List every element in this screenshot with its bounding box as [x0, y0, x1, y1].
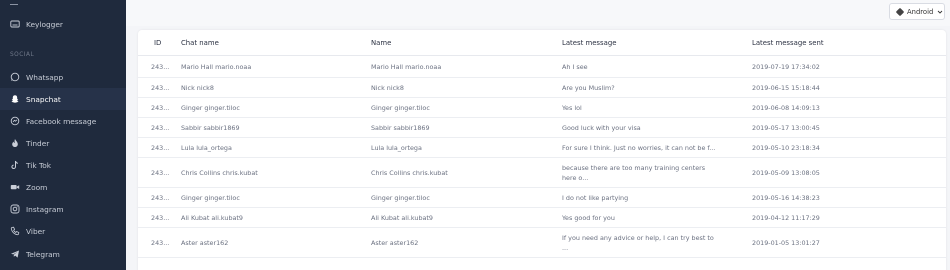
cell-latest-message-sent: 2019-07-19 17:34:02 — [752, 63, 820, 71]
instagram-icon — [10, 204, 20, 214]
column-header-latest-message-sent[interactable]: Latest message sent — [752, 39, 824, 47]
cell-chat-name: Ali Kubat ali.kubat9 — [181, 214, 243, 222]
flame-icon — [10, 138, 20, 148]
chat-table: ID Chat name Name Latest message Latest … — [138, 30, 946, 270]
table-row[interactable]: 243... Aster aster162 Aster aster162 If … — [138, 228, 946, 258]
cell-chat-name: Aster aster162 — [181, 239, 229, 247]
cell-id: 243... — [151, 169, 170, 177]
sidebar-item-label: Snapchat — [26, 94, 61, 104]
cell-latest-message: Yes lol — [562, 104, 582, 112]
column-header-latest-message[interactable]: Latest message — [562, 39, 616, 47]
cell-chat-name: Ginger ginger.tiloc — [181, 194, 240, 202]
platform-select[interactable]: Android — [889, 3, 945, 20]
cell-latest-message: For sure I think. Just no worries, it ca… — [562, 144, 716, 152]
table-row[interactable]: 243... Chris Collins chris.kubat Chris C… — [138, 158, 946, 188]
cell-name: Lula lula_ortega — [371, 144, 422, 152]
cell-name: Ali Kubat ali.kubat9 — [371, 214, 433, 222]
cell-latest-message-sent: 2019-04-12 11:17:29 — [752, 214, 820, 222]
cell-id: 243... — [151, 214, 170, 222]
sidebar-item-instagram[interactable]: Instagram — [0, 198, 126, 220]
cell-id: 243... — [151, 124, 170, 132]
cell-id: 243... — [151, 63, 170, 71]
tiktok-icon — [10, 160, 20, 170]
sidebar-item-label: Zoom — [26, 182, 48, 192]
sidebar-item-zoom[interactable]: Zoom — [0, 176, 126, 198]
whatsapp-icon — [10, 72, 20, 82]
cell-name: Aster aster162 — [371, 239, 419, 247]
phone-icon — [10, 226, 20, 236]
sidebar-item-whatsapp[interactable]: Whatsapp — [0, 66, 126, 88]
cell-latest-message: Yes good for you — [562, 214, 615, 222]
sidebar-item-label: Viber — [26, 226, 46, 236]
sidebar-item-label: Telegram — [26, 249, 60, 259]
send-icon — [10, 249, 20, 259]
cell-id: 243... — [151, 84, 170, 92]
cell-latest-message: Ah I see — [562, 63, 588, 71]
sidebar-item-telegram[interactable]: Telegram — [0, 243, 126, 265]
sidebar-item-tinder[interactable]: Tinder — [0, 132, 126, 154]
table-row[interactable]: 243... Mario Hall mario.noaa Mario Hall … — [138, 56, 946, 78]
snapchat-icon — [10, 94, 20, 104]
sidebar-section-label: SOCIAL — [10, 52, 35, 58]
sidebar-top-divider — [10, 4, 18, 5]
cell-name: Chris Collins chris.kubat — [371, 169, 448, 177]
cell-latest-message-sent: 2019-05-17 13:00:45 — [752, 124, 820, 132]
cell-latest-message-sent: 2019-05-09 13:08:05 — [752, 169, 820, 177]
cell-chat-name: Lula lula_ortega — [181, 144, 232, 152]
cell-id: 243... — [151, 104, 170, 112]
sidebar-item-label: Facebook message — [26, 116, 97, 126]
table-row[interactable]: 243... Nick nick8 Nick nick8 Are you Mus… — [138, 78, 946, 98]
platform-select-value: Android — [907, 7, 934, 16]
cell-latest-message: I do not like partying — [562, 194, 629, 202]
top-bar: Android — [126, 0, 950, 26]
cell-name: Ginger ginger.tiloc — [371, 104, 430, 112]
sidebar-item-facebook-message[interactable]: Facebook message — [0, 110, 126, 132]
table-row[interactable]: 243... Sabbir sabbir1869 Sabbir sabbir18… — [138, 118, 946, 138]
video-camera-icon — [10, 182, 20, 192]
chevron-down-icon — [937, 10, 943, 14]
cell-chat-name: Sabbir sabbir1869 — [181, 124, 240, 132]
sidebar-item-label: Keylogger — [26, 19, 63, 29]
cell-latest-message-sent: 2019-06-15 15:18:44 — [752, 84, 820, 92]
cell-id: 243... — [151, 144, 170, 152]
sidebar-item-keylogger[interactable]: Keylogger — [0, 13, 126, 35]
sidebar-item-label: Tinder — [26, 138, 50, 148]
cell-id: 243... — [151, 194, 170, 202]
cell-latest-message-sent: 2019-06-08 14:09:13 — [752, 104, 820, 112]
cell-latest-message: If you need any advice or help, I can tr… — [562, 234, 714, 252]
table-row[interactable]: 243... Ginger ginger.tiloc Ginger ginger… — [138, 98, 946, 118]
cell-latest-message: because there are too many training cent… — [562, 164, 706, 182]
column-header-id[interactable]: ID — [154, 39, 161, 47]
table-row[interactable]: 243... Lula lula_ortega Lula lula_ortega… — [138, 138, 946, 158]
cell-latest-message-sent: 2019-01-05 13:01:27 — [752, 239, 820, 247]
cell-latest-message: Good luck with your visa — [562, 124, 641, 132]
cell-chat-name: Chris Collins chris.kubat — [181, 169, 258, 177]
cell-chat-name: Ginger ginger.tiloc — [181, 104, 240, 112]
cell-id: 243... — [151, 239, 170, 247]
sidebar-item-viber[interactable]: Viber — [0, 220, 126, 242]
sidebar: Keylogger SOCIAL Whatsapp Snapchat Faceb… — [0, 0, 126, 270]
column-header-chat-name[interactable]: Chat name — [181, 39, 219, 47]
table-row[interactable]: 243... Ali Kubat ali.kubat9 Ali Kubat al… — [138, 208, 946, 228]
cell-latest-message-sent: 2019-05-16 14:38:23 — [752, 194, 820, 202]
column-header-name[interactable]: Name — [371, 39, 391, 47]
table-row[interactable]: 243... Ginger ginger.tiloc Ginger ginger… — [138, 188, 946, 208]
cell-chat-name: Nick nick8 — [181, 84, 214, 92]
messenger-icon — [10, 116, 20, 126]
sidebar-item-snapchat[interactable]: Snapchat — [0, 88, 126, 110]
sidebar-item-tiktok[interactable]: Tik Tok — [0, 154, 126, 176]
android-icon — [895, 7, 905, 16]
cell-chat-name: Mario Hall mario.noaa — [181, 63, 252, 71]
cell-name: Nick nick8 — [371, 84, 404, 92]
cell-name: Sabbir sabbir1869 — [371, 124, 430, 132]
table-header: ID Chat name Name Latest message Latest … — [138, 30, 946, 56]
sidebar-item-label: Tik Tok — [26, 160, 52, 170]
cell-name: Mario Hall mario.noaa — [371, 63, 442, 71]
cell-latest-message: Are you Muslim? — [562, 84, 615, 92]
keyboard-icon — [10, 19, 20, 29]
cell-name: Ginger ginger.tiloc — [371, 194, 430, 202]
sidebar-item-label: Instagram — [26, 204, 64, 214]
sidebar-item-label: Whatsapp — [26, 72, 64, 82]
cell-latest-message-sent: 2019-05-10 23:18:34 — [752, 144, 820, 152]
